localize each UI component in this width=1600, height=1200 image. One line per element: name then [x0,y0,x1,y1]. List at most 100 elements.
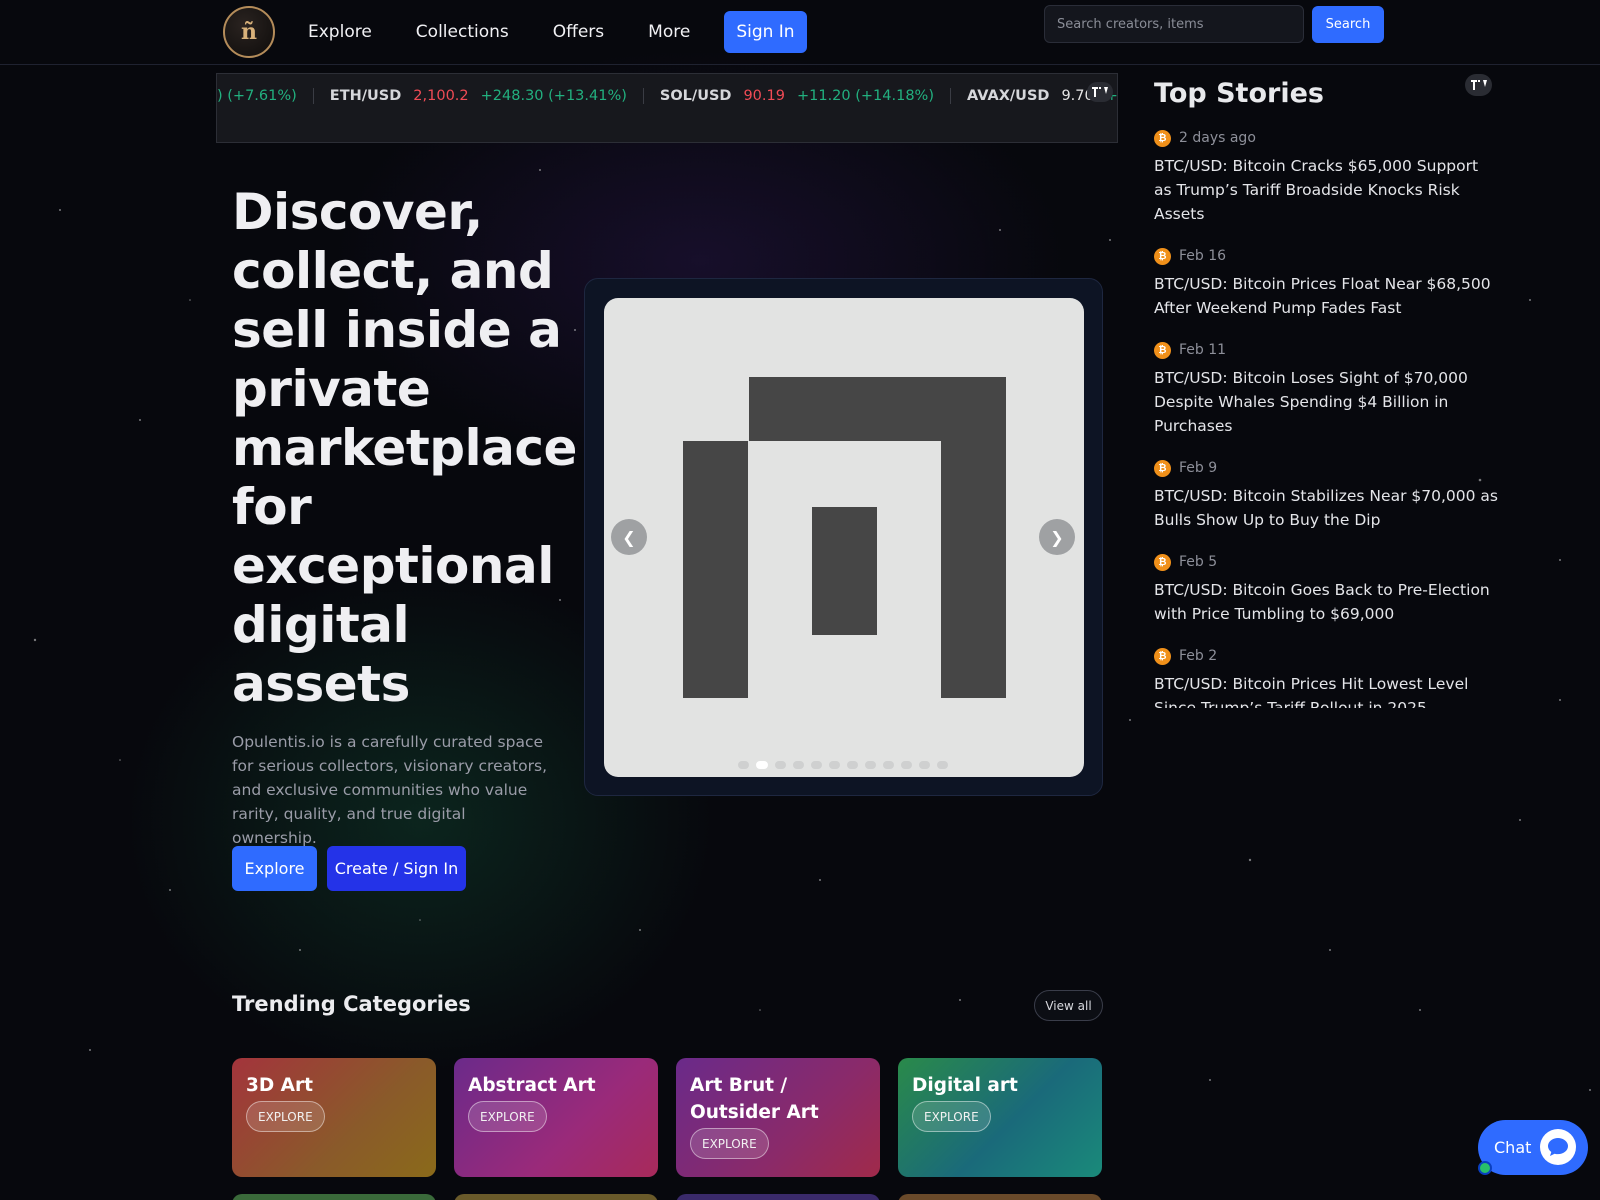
site-logo[interactable]: ñ [223,6,275,58]
carousel-dot[interactable] [811,761,822,769]
search-input[interactable] [1044,5,1304,43]
carousel-dot[interactable] [793,761,804,769]
carousel-dot-active[interactable] [756,761,768,769]
category-card-abstract-art[interactable]: Abstract Art EXPLORE [454,1058,658,1177]
featured-carousel [584,278,1103,796]
create-sign-in-button[interactable]: Create / Sign In [327,846,466,891]
category-explore-button[interactable]: EXPLORE [246,1101,325,1132]
ticker-price: 2,100.2 [413,88,469,104]
opulentis-mark-icon [683,377,1006,698]
story-item[interactable]: ₿ Feb 16 BTC/USD: Bitcoin Prices Float N… [1154,246,1499,320]
carousel-prev-button[interactable]: ❮ [611,519,647,555]
story-headline[interactable]: BTC/USD: Bitcoin Prices Hit Lowest Level… [1154,672,1499,708]
story-date: Feb 11 [1179,342,1227,358]
bitcoin-icon: ₿ [1154,459,1171,477]
top-stories-list: ₿ 2 days ago BTC/USD: Bitcoin Cracks $65… [1154,128,1499,708]
carousel-dot[interactable] [865,761,876,769]
explore-button[interactable]: Explore [232,846,317,891]
category-card-peek[interactable] [454,1194,658,1200]
bitcoin-icon: ₿ [1154,247,1171,265]
story-headline[interactable]: BTC/USD: Bitcoin Loses Sight of $70,000 … [1154,366,1499,438]
category-card-3d-art[interactable]: 3D Art EXPLORE [232,1058,436,1177]
category-explore-button[interactable]: EXPLORE [690,1128,769,1159]
top-stories-title: Top Stories [1154,78,1324,109]
ticker-row: ) (+7.61%) ETH/USD 2,100.2 +248.30 (+13.… [217,84,1117,108]
carousel-dot[interactable] [738,761,749,769]
story-meta: ₿ Feb 9 [1154,458,1499,478]
logo-glyph: ñ [241,19,257,45]
story-date: Feb 9 [1179,460,1218,476]
ticker-symbol: ETH/USD [329,88,402,104]
story-headline[interactable]: BTC/USD: Bitcoin Stabilizes Near $70,000… [1154,484,1499,532]
story-meta: ₿ 2 days ago [1154,128,1499,148]
category-card-peek[interactable] [676,1194,880,1200]
carousel-dots [738,761,948,769]
category-explore-button[interactable]: EXPLORE [468,1101,547,1132]
ticker-price: 90.19 [743,88,785,104]
nav-links: Explore Collections Offers More Sign In [290,10,807,54]
bitcoin-icon: ₿ [1154,553,1171,571]
carousel-dot[interactable] [883,761,894,769]
category-card-art-brut[interactable]: Art Brut / Outsider Art EXPLORE [676,1058,880,1177]
carousel-dot[interactable] [919,761,930,769]
category-name: Art Brut / Outsider Art [690,1075,819,1123]
online-status-indicator [1478,1161,1492,1175]
story-date: Feb 16 [1179,248,1227,264]
category-card-digital-art[interactable]: Digital art EXPLORE [898,1058,1102,1177]
price-ticker[interactable]: ) (+7.61%) ETH/USD 2,100.2 +248.30 (+13.… [216,73,1118,143]
search-button[interactable]: Search [1312,6,1384,43]
story-item[interactable]: ₿ Feb 11 BTC/USD: Bitcoin Loses Sight of… [1154,340,1499,438]
chat-bubble-icon [1540,1129,1576,1165]
story-item[interactable]: ₿ Feb 5 BTC/USD: Bitcoin Goes Back to Pr… [1154,552,1499,626]
view-all-button[interactable]: View all [1034,990,1103,1021]
ticker-item[interactable]: ETH/USD 2,100.2 +248.30 (+13.41%) [314,88,644,104]
nav-link-explore[interactable]: Explore [290,22,390,42]
story-item[interactable]: ₿ 2 days ago BTC/USD: Bitcoin Cracks $65… [1154,128,1499,226]
category-explore-button[interactable]: EXPLORE [912,1101,991,1132]
ticker-change: +248.30 (+13.41%) [480,88,627,104]
story-headline[interactable]: BTC/USD: Bitcoin Prices Float Near $68,5… [1154,272,1499,320]
top-navbar: ñ Explore Collections Offers More Sign I… [0,0,1600,65]
story-meta: ₿ Feb 11 [1154,340,1499,360]
chat-widget-button[interactable]: Chat [1478,1120,1588,1175]
carousel-dot[interactable] [775,761,786,769]
story-meta: ₿ Feb 16 [1154,246,1499,266]
bitcoin-icon: ₿ [1154,647,1171,665]
carousel-dot[interactable] [937,761,948,769]
category-card-peek[interactable] [232,1194,436,1200]
hero-title: Discover, collect, and sell inside a pri… [232,183,577,713]
tradingview-logo-icon[interactable] [1465,74,1492,96]
carousel-dot[interactable] [829,761,840,769]
ticker-symbol: SOL/USD [659,88,732,104]
story-item[interactable]: ₿ Feb 9 BTC/USD: Bitcoin Stabilizes Near… [1154,458,1499,532]
chat-label: Chat [1494,1138,1532,1157]
hero-description: Opulentis.io is a carefully curated spac… [232,733,548,847]
sign-in-button[interactable]: Sign In [724,11,807,53]
category-name: 3D Art [246,1075,313,1096]
ticker-change: +11.20 (+14.18%) [796,88,934,104]
category-name: Abstract Art [468,1075,596,1096]
carousel-slide-image[interactable] [604,298,1084,777]
ticker-item-partial: ) (+7.61%) [217,88,314,104]
story-date: Feb 2 [1179,648,1218,664]
category-card-peek[interactable] [898,1194,1102,1200]
nav-link-offers[interactable]: Offers [535,22,622,42]
story-date: Feb 5 [1179,554,1218,570]
tradingview-logo-icon[interactable] [1087,82,1113,102]
bitcoin-icon: ₿ [1154,341,1171,359]
carousel-dot[interactable] [901,761,912,769]
story-meta: ₿ Feb 5 [1154,552,1499,572]
story-item[interactable]: ₿ Feb 2 BTC/USD: Bitcoin Prices Hit Lowe… [1154,646,1499,708]
story-meta: ₿ Feb 2 [1154,646,1499,666]
carousel-dot[interactable] [847,761,858,769]
carousel-next-button[interactable]: ❯ [1039,519,1075,555]
nav-link-collections[interactable]: Collections [398,22,527,42]
story-headline[interactable]: BTC/USD: Bitcoin Cracks $65,000 Support … [1154,154,1499,226]
story-date: 2 days ago [1179,130,1256,146]
nav-link-more[interactable]: More [630,22,708,42]
ticker-item[interactable]: SOL/USD 90.19 +11.20 (+14.18%) [644,88,951,104]
story-headline[interactable]: BTC/USD: Bitcoin Goes Back to Pre-Electi… [1154,578,1499,626]
category-name: Digital art [912,1075,1018,1096]
trending-categories-title: Trending Categories [232,992,471,1016]
ticker-symbol: AVAX/USD [967,88,1050,104]
